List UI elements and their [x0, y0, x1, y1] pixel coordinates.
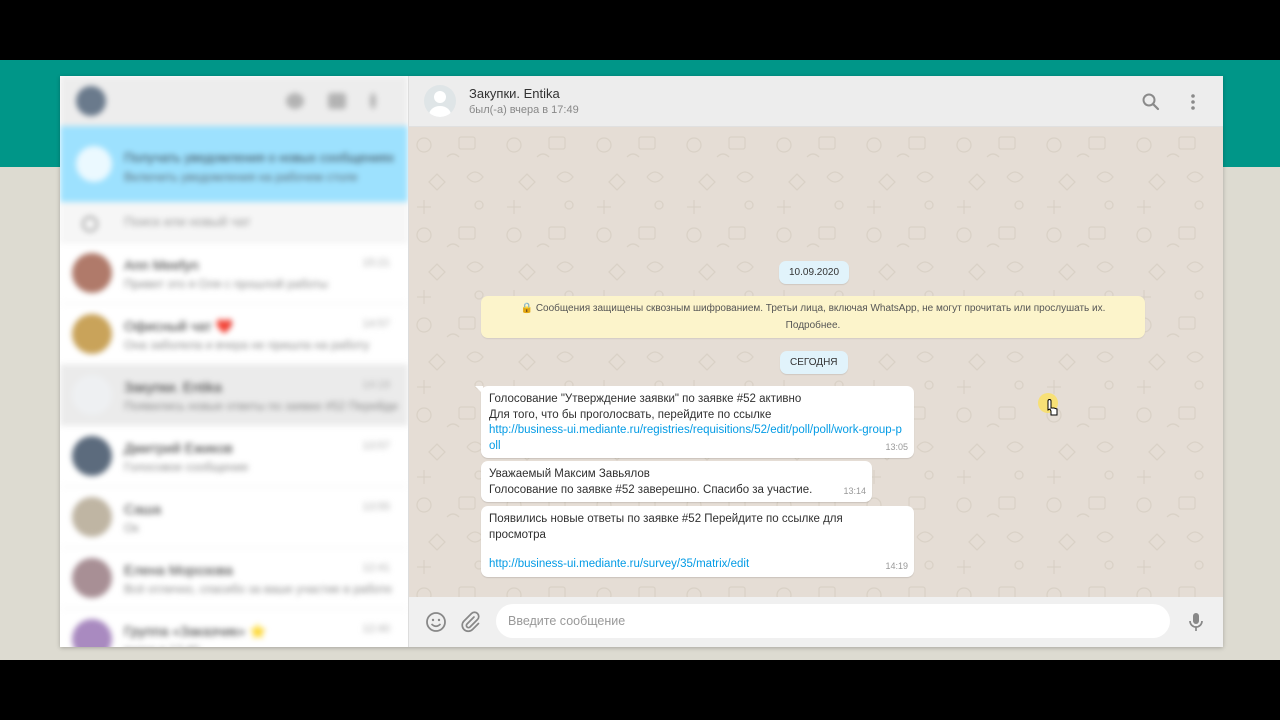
search-icon [82, 216, 98, 232]
chat-list-item[interactable]: Дмитрий Ежиков Голосовое сообщение 13:57 [60, 426, 408, 487]
chat-avatar [72, 253, 112, 293]
search-icon[interactable] [1140, 91, 1162, 113]
desktop-screen: Получать уведомления о новых сообщениях … [0, 60, 1280, 660]
chat-search[interactable]: Поиск или новый чат [60, 202, 408, 243]
whatsapp-web-window: Получать уведомления о новых сообщениях … [60, 76, 1223, 647]
encryption-more-link[interactable]: Подробнее. [481, 317, 1145, 334]
encryption-notice[interactable]: 🔒 Сообщения защищены сквозным шифрование… [481, 296, 1145, 338]
chat-avatar [72, 619, 112, 647]
chat-time: 13:55 [362, 501, 390, 513]
my-avatar[interactable] [76, 86, 106, 116]
chat-list-item[interactable]: Закупки. Entika Появились новые ответы по… [60, 365, 408, 426]
chat-avatar [72, 314, 112, 354]
date-chip: 10.09.2020 [779, 261, 850, 284]
chat-snippet: Появились новые ответы по заявке #52 Пер… [124, 399, 398, 413]
chat-list-item[interactable]: Офисный чат ❤️ Она заболела и вчера не пр… [60, 304, 408, 365]
chat-time: 15:21 [362, 257, 390, 269]
message-area[interactable]: 10.09.2020 🔒 Сообщения защищены сквозным… [409, 127, 1223, 597]
contact-name: Закупки. Entika [469, 86, 560, 101]
message-time: 13:05 [885, 441, 908, 452]
chat-time: 12:40 [362, 623, 390, 635]
chat-snippet: вчера в 12:40 [124, 643, 199, 647]
chat-name: Дмитрий Ежиков [124, 440, 233, 456]
chat-list: Ann Meefyn Привет это я Оля с прошлой раб… [60, 243, 408, 647]
chat-snippet: Всё отлично, спасибо за ваше участие в р… [124, 582, 392, 596]
sidebar-header [60, 76, 408, 126]
message-time: 13:14 [843, 485, 866, 496]
chat-time: 14:19 [362, 379, 390, 391]
message-link[interactable]: http://business-ui.mediante.ru/survey/35… [489, 557, 906, 573]
chat-snippet: Голосовое сообщение [124, 460, 249, 474]
new-chat-icon[interactable] [328, 93, 346, 109]
chat-name: Ann Meefyn [124, 257, 199, 273]
message-time: 14:19 [885, 560, 908, 571]
chat-avatar [72, 375, 112, 415]
message-text: Голосование "Утверждение заявки" по заяв… [489, 393, 802, 421]
notice-subtitle: Включить уведомления на рабочем столе [124, 170, 358, 184]
chat-name: Закупки. Entika [124, 379, 222, 395]
chat-avatar [72, 558, 112, 598]
attach-icon[interactable] [458, 610, 482, 634]
status-icon[interactable] [286, 93, 304, 109]
mic-icon[interactable] [1184, 610, 1208, 634]
chat-name: Саша [124, 501, 162, 517]
chat-snippet: Она заболела и вчера не пришла на работу [124, 338, 370, 352]
conversation-panel: Закупки. Entika был(-а) вчера в 17:49 10… [409, 76, 1223, 647]
message-bubble[interactable]: Голосование "Утверждение заявки" по заяв… [475, 386, 914, 458]
menu-dots-icon[interactable] [1182, 91, 1204, 113]
search-input[interactable]: Поиск или новый чат [124, 214, 251, 229]
chat-time: 14:57 [362, 318, 390, 330]
chat-name: Группа «Заказчик» ⭐ [124, 623, 267, 639]
notice-title: Получать уведомления о новых сообщениях [124, 150, 395, 165]
bubble-tail [475, 386, 483, 394]
contact-last-seen: был(-а) вчера в 17:49 [469, 104, 579, 116]
chat-name: Офисный чат ❤️ [124, 318, 234, 334]
chat-avatar [72, 436, 112, 476]
date-chip-today: СЕГОДНЯ [780, 351, 848, 374]
chat-name: Елена Морозова [124, 562, 233, 578]
hand-cursor-icon [1038, 393, 1058, 416]
menu-dots-icon[interactable] [370, 93, 376, 109]
encryption-text: 🔒 Сообщения защищены сквозным шифрование… [520, 303, 1106, 314]
chat-avatar [72, 497, 112, 537]
message-text: Появились новые ответы по заявке #52 Пер… [489, 513, 843, 541]
chat-time: 13:57 [362, 440, 390, 452]
chat-time: 12:41 [362, 562, 390, 574]
message-bubble[interactable]: Уважаемый Максим Завьялов Голосование по… [481, 461, 872, 502]
message-link[interactable]: http://business-ui.mediante.ru/registrie… [489, 424, 902, 452]
chat-list-item[interactable]: Ann Meefyn Привет это я Оля с прошлой раб… [60, 243, 408, 304]
bell-icon [76, 146, 112, 182]
compose-bar [409, 597, 1223, 647]
notifications-banner[interactable]: Получать уведомления о новых сообщениях … [60, 126, 408, 202]
contact-avatar[interactable] [424, 85, 456, 117]
chat-snippet: Ок [124, 521, 139, 535]
chat-snippet: Привет это я Оля с прошлой работы [124, 277, 328, 291]
message-text: Уважаемый Максим Завьялов Голосование по… [489, 468, 813, 496]
chat-list-item[interactable]: Группа «Заказчик» ⭐ вчера в 12:40 12:40 [60, 609, 408, 647]
chat-header[interactable]: Закупки. Entika был(-а) вчера в 17:49 [409, 76, 1223, 127]
message-input[interactable] [496, 604, 1170, 638]
message-bubble[interactable]: Появились новые ответы по заявке #52 Пер… [481, 506, 914, 577]
emoji-icon[interactable] [424, 610, 448, 634]
sidebar: Получать уведомления о новых сообщениях … [60, 76, 409, 647]
chat-list-item[interactable]: Елена Морозова Всё отлично, спасибо за ва… [60, 548, 408, 609]
chat-list-item[interactable]: Саша Ок 13:55 [60, 487, 408, 548]
